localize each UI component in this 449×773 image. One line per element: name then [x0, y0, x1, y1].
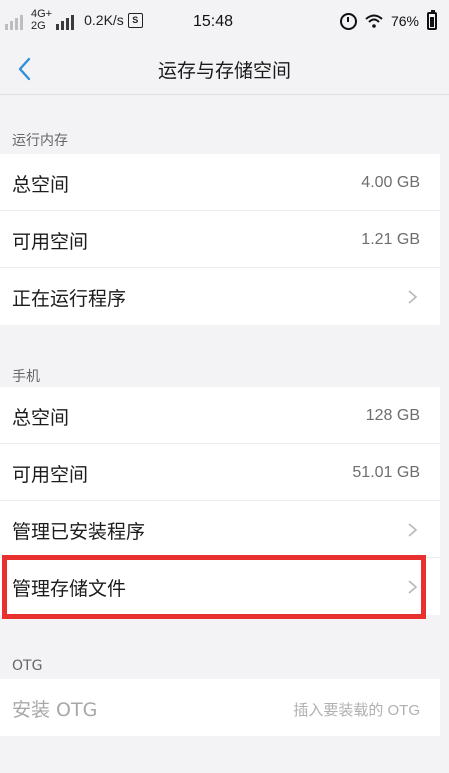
chevron-right-icon [408, 290, 418, 304]
ram-available-row: 可用空间 1.21 GB [0, 211, 440, 268]
s-badge-icon: S [127, 12, 143, 28]
section-header-otg: OTG [12, 658, 43, 674]
row-label: 正在运行程序 [12, 288, 127, 310]
status-bar-left: 4G+ 2G 0.2K/s S [5, 8, 143, 32]
otg-hint: 插入要装载的 OTG [293, 702, 420, 719]
row-label: 可用空间 [12, 464, 89, 486]
section-header-phone: 手机 [12, 369, 40, 385]
network-type-top: 4G+ [31, 8, 53, 20]
row-label: 可用空间 [12, 231, 89, 253]
row-label: 总空间 [12, 407, 70, 429]
running-apps-row[interactable]: 正在运行程序 [0, 268, 440, 325]
network-type-bottom: 2G [31, 20, 46, 32]
ram-total-row: 总空间 4.00 GB [0, 154, 440, 211]
manage-installed-apps-row[interactable]: 管理已安装程序 [0, 501, 440, 558]
status-bar-right: 76% [339, 10, 437, 30]
wifi-icon [365, 14, 383, 28]
row-label: 安装 OTG [12, 699, 98, 721]
section-header-ram: 运行内存 [12, 133, 68, 149]
row-value: 4.00 GB [361, 174, 420, 191]
ram-group: 总空间 4.00 GB 可用空间 1.21 GB 正在运行程序 [0, 154, 440, 325]
row-label: 管理已安装程序 [12, 521, 146, 543]
page-title: 运存与存储空间 [157, 60, 291, 82]
status-bar: 4G+ 2G 0.2K/s S 15:48 76% [0, 0, 449, 44]
row-label: 总空间 [12, 174, 70, 196]
install-otg-row: 安装 OTG 插入要装载的 OTG [0, 679, 440, 736]
status-time: 15:48 [193, 13, 234, 30]
alarm-clock-icon [339, 12, 357, 30]
chevron-right-icon [408, 523, 418, 537]
otg-group: 安装 OTG 插入要装载的 OTG [0, 679, 440, 736]
highlight-box [2, 555, 426, 619]
row-value: 51.01 GB [352, 464, 420, 481]
signal-strength-icon-sim1 [5, 10, 23, 30]
network-speed: 0.2K/s [84, 12, 124, 28]
phone-total-row: 总空间 128 GB [0, 387, 440, 444]
phone-available-row: 可用空间 51.01 GB [0, 444, 440, 501]
network-type: 4G+ 2G [31, 8, 52, 32]
battery-percentage: 76% [390, 13, 419, 29]
battery-icon [427, 10, 437, 30]
row-value: 1.21 GB [361, 231, 420, 248]
title-bar: 运存与存储空间 [0, 44, 449, 95]
signal-strength-icon-sim2 [56, 10, 75, 30]
row-value: 128 GB [365, 407, 420, 424]
